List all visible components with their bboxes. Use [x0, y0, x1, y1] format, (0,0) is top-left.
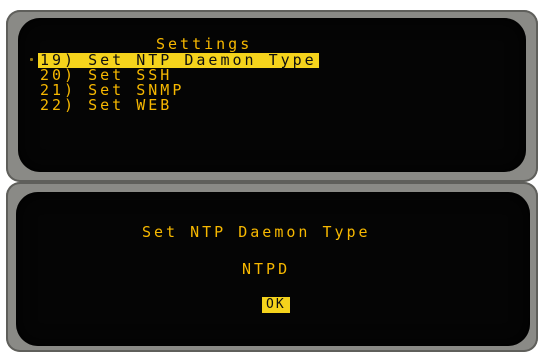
menu-item-web[interactable]: 22) Set WEB — [38, 98, 174, 113]
photo-of-device-screens: Settings 19) Set NTP Daemon Type 20) Set… — [0, 0, 544, 356]
settings-title: Settings — [156, 35, 253, 53]
ok-button[interactable]: OK — [262, 297, 290, 313]
scroll-indicator-icon — [30, 58, 33, 61]
settings-menu: 19) Set NTP Daemon Type 20) Set SSH 21) … — [38, 53, 319, 113]
daemon-type-value[interactable]: NTPD — [242, 262, 290, 277]
dialog-title: Set NTP Daemon Type — [142, 223, 371, 241]
